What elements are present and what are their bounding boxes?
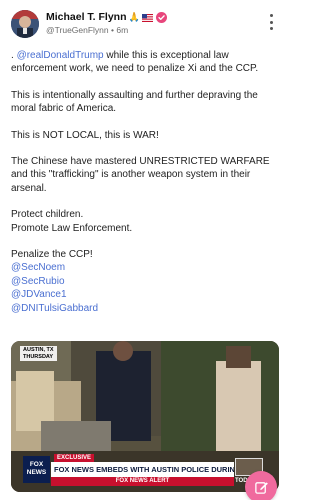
compose-button[interactable] (245, 471, 277, 500)
headline-banner: FOX NEWS EMBEDS WITH AUSTIN POLICE DURIN… (51, 462, 234, 477)
avatar[interactable] (11, 10, 39, 38)
station-bug: AUSTIN, TX THURSDAY (20, 346, 57, 361)
verified-badge-icon (155, 11, 167, 23)
paragraph-6: Penalize the CCP! @SecNoem @SecRubio @JD… (11, 248, 279, 315)
author-meta: @TrueGenFlynn • 6m (46, 25, 128, 35)
author-handle[interactable]: @TrueGenFlynn (46, 25, 109, 35)
network-logo-line-2: NEWS (26, 469, 47, 476)
author-name[interactable]: Michael T. Flynn 🙏 (46, 11, 167, 23)
us-flag-icon (141, 13, 153, 23)
network-logo-line-1: FOX (29, 461, 44, 468)
mention-link[interactable]: @JDVance1 (11, 288, 279, 301)
post-time: 6m (116, 25, 129, 35)
meta-separator: • (111, 25, 115, 35)
paragraph-5: Protect children. Promote Law Enforcement… (11, 208, 279, 235)
paragraph-5-line-2: Promote Law Enforcement. (11, 222, 133, 234)
compose-pencil-icon (254, 481, 268, 494)
mention-link[interactable]: @SecNoem (11, 261, 279, 274)
pray-emoji: 🙏 (128, 12, 140, 22)
paragraph-5-line-1: Protect children. (11, 209, 84, 221)
paragraph-1: . @realDonaldTrump while this is excepti… (11, 49, 279, 76)
alert-banner: FOX NEWS ALERT (51, 477, 234, 486)
mention-link[interactable]: @realDonaldTrump (17, 50, 104, 61)
paragraph-2: This is intentionally assaulting and fur… (11, 89, 258, 115)
paragraph-4: The Chinese have mastered UNRESTRICTED W… (11, 156, 270, 194)
post-body: . @realDonaldTrump while this is excepti… (11, 49, 279, 315)
more-vertical-icon[interactable] (268, 14, 274, 30)
mention-link[interactable]: @SecRubio (11, 275, 279, 288)
station-bug-location: AUSTIN, TX (23, 347, 54, 353)
exclusive-tag: EXCLUSIVE (54, 454, 95, 462)
station-bug-day: THURSDAY (23, 353, 54, 360)
mention-link[interactable]: @DNITulsiGabbard (11, 302, 279, 315)
author-name-text: Michael T. Flynn (46, 11, 127, 23)
paragraph-6-text: Penalize the CCP! (11, 249, 93, 261)
media-video[interactable]: AUSTIN, TX THURSDAY FOX NEWS EXCLUSIVE F… (11, 341, 279, 492)
network-logo: FOX NEWS (23, 456, 50, 483)
post-header: Michael T. Flynn 🙏 @TrueGenFlynn • 6m (0, 0, 289, 44)
paragraph-3: This is NOT LOCAL, this is WAR! (11, 129, 159, 141)
